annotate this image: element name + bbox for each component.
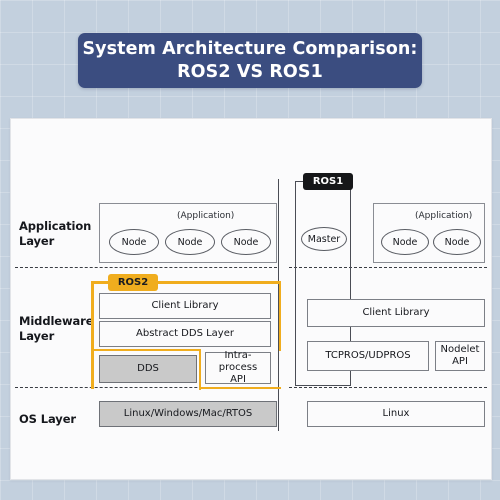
page-title-banner: System Architecture Comparison: ROS2 VS …	[78, 33, 422, 88]
ros1-node-1-label: Node	[392, 236, 418, 248]
ros2-node-2-label: Node	[177, 236, 203, 248]
row-label-application-line-1: Application	[19, 219, 92, 233]
ros2-node-2: Node	[165, 229, 215, 255]
row-label-middleware-line-1: Middleware	[19, 314, 94, 328]
ros2-outline-inner-vertical	[198, 348, 201, 390]
ros1-os-label: Linux	[382, 408, 410, 419]
ros2-node-1-label: Node	[121, 236, 147, 248]
ros2-dds-label: DDS	[137, 363, 159, 374]
ros1-tcpros-udpros-box: TCPROS/UDPROS	[307, 341, 429, 371]
ros2-badge: ROS2	[108, 274, 158, 291]
ros1-badge-label: ROS1	[312, 176, 344, 187]
ros1-node-2: Node	[433, 229, 481, 255]
ros1-master-node: Master	[301, 227, 347, 251]
ros1-client-library-label: Client Library	[362, 307, 430, 318]
ros2-application-caption: (Application)	[177, 211, 235, 221]
ros1-node-1: Node	[381, 229, 429, 255]
ros2-node-3-label: Node	[233, 236, 259, 248]
ros2-outline-right-upper	[278, 281, 281, 351]
ros2-outline-bottom	[198, 386, 281, 389]
ros1-os-box: Linux	[307, 401, 485, 427]
ros1-nodelet-api-box: Nodelet API	[435, 341, 485, 371]
ros2-outline-mid-step	[91, 348, 201, 351]
ros2-abstract-dds-layer-label: Abstract DDS Layer	[136, 328, 234, 339]
divider-middleware-os-right	[289, 387, 487, 388]
ros2-client-library-label: Client Library	[151, 300, 219, 311]
row-label-application-line-2: Layer	[19, 234, 55, 249]
divider-app-middleware-left	[15, 267, 277, 268]
page-title-line-1: System Architecture Comparison:	[82, 39, 418, 60]
ros2-node-3: Node	[221, 229, 271, 255]
row-label-middleware-line-2: Layer	[19, 329, 55, 344]
ros2-outline-left	[91, 281, 94, 389]
ros2-abstract-dds-layer-box: Abstract DDS Layer	[99, 321, 271, 347]
row-label-middleware: Middleware Layer	[19, 314, 94, 344]
ros1-nodelet-api-label-line-1: Nodelet	[440, 344, 480, 355]
diagram-card: Application Layer Middleware Layer OS La…	[10, 118, 492, 480]
ros2-node-1: Node	[109, 229, 159, 255]
ros2-badge-label: ROS2	[117, 277, 149, 288]
row-label-application: Application Layer	[19, 219, 91, 249]
ros1-master-label: Master	[307, 233, 341, 245]
ros2-os-label: Linux/Windows/Mac/RTOS	[123, 408, 253, 419]
ros2-dds-box: DDS	[99, 355, 197, 383]
ros2-intra-process-api-box: Intra-process API	[205, 350, 271, 385]
ros2-intra-process-api-label-line-1: Intra-process	[218, 350, 258, 373]
ros1-application-caption: (Application)	[415, 211, 473, 221]
ros1-tcpros-udpros-label: TCPROS/UDPROS	[325, 350, 411, 361]
ros1-node-2-label: Node	[444, 236, 470, 248]
ros1-client-library-box: Client Library	[307, 299, 485, 327]
ros2-intra-process-api-label-line-2: API	[230, 374, 246, 385]
page-title-line-2: ROS2 VS ROS1	[177, 61, 323, 82]
ros1-nodelet-api-label-line-2: API	[452, 356, 468, 367]
ros1-badge: ROS1	[303, 173, 353, 190]
row-label-os: OS Layer	[19, 412, 76, 426]
ros2-client-library-box: Client Library	[99, 293, 271, 319]
ros2-os-box: Linux/Windows/Mac/RTOS	[99, 401, 277, 427]
